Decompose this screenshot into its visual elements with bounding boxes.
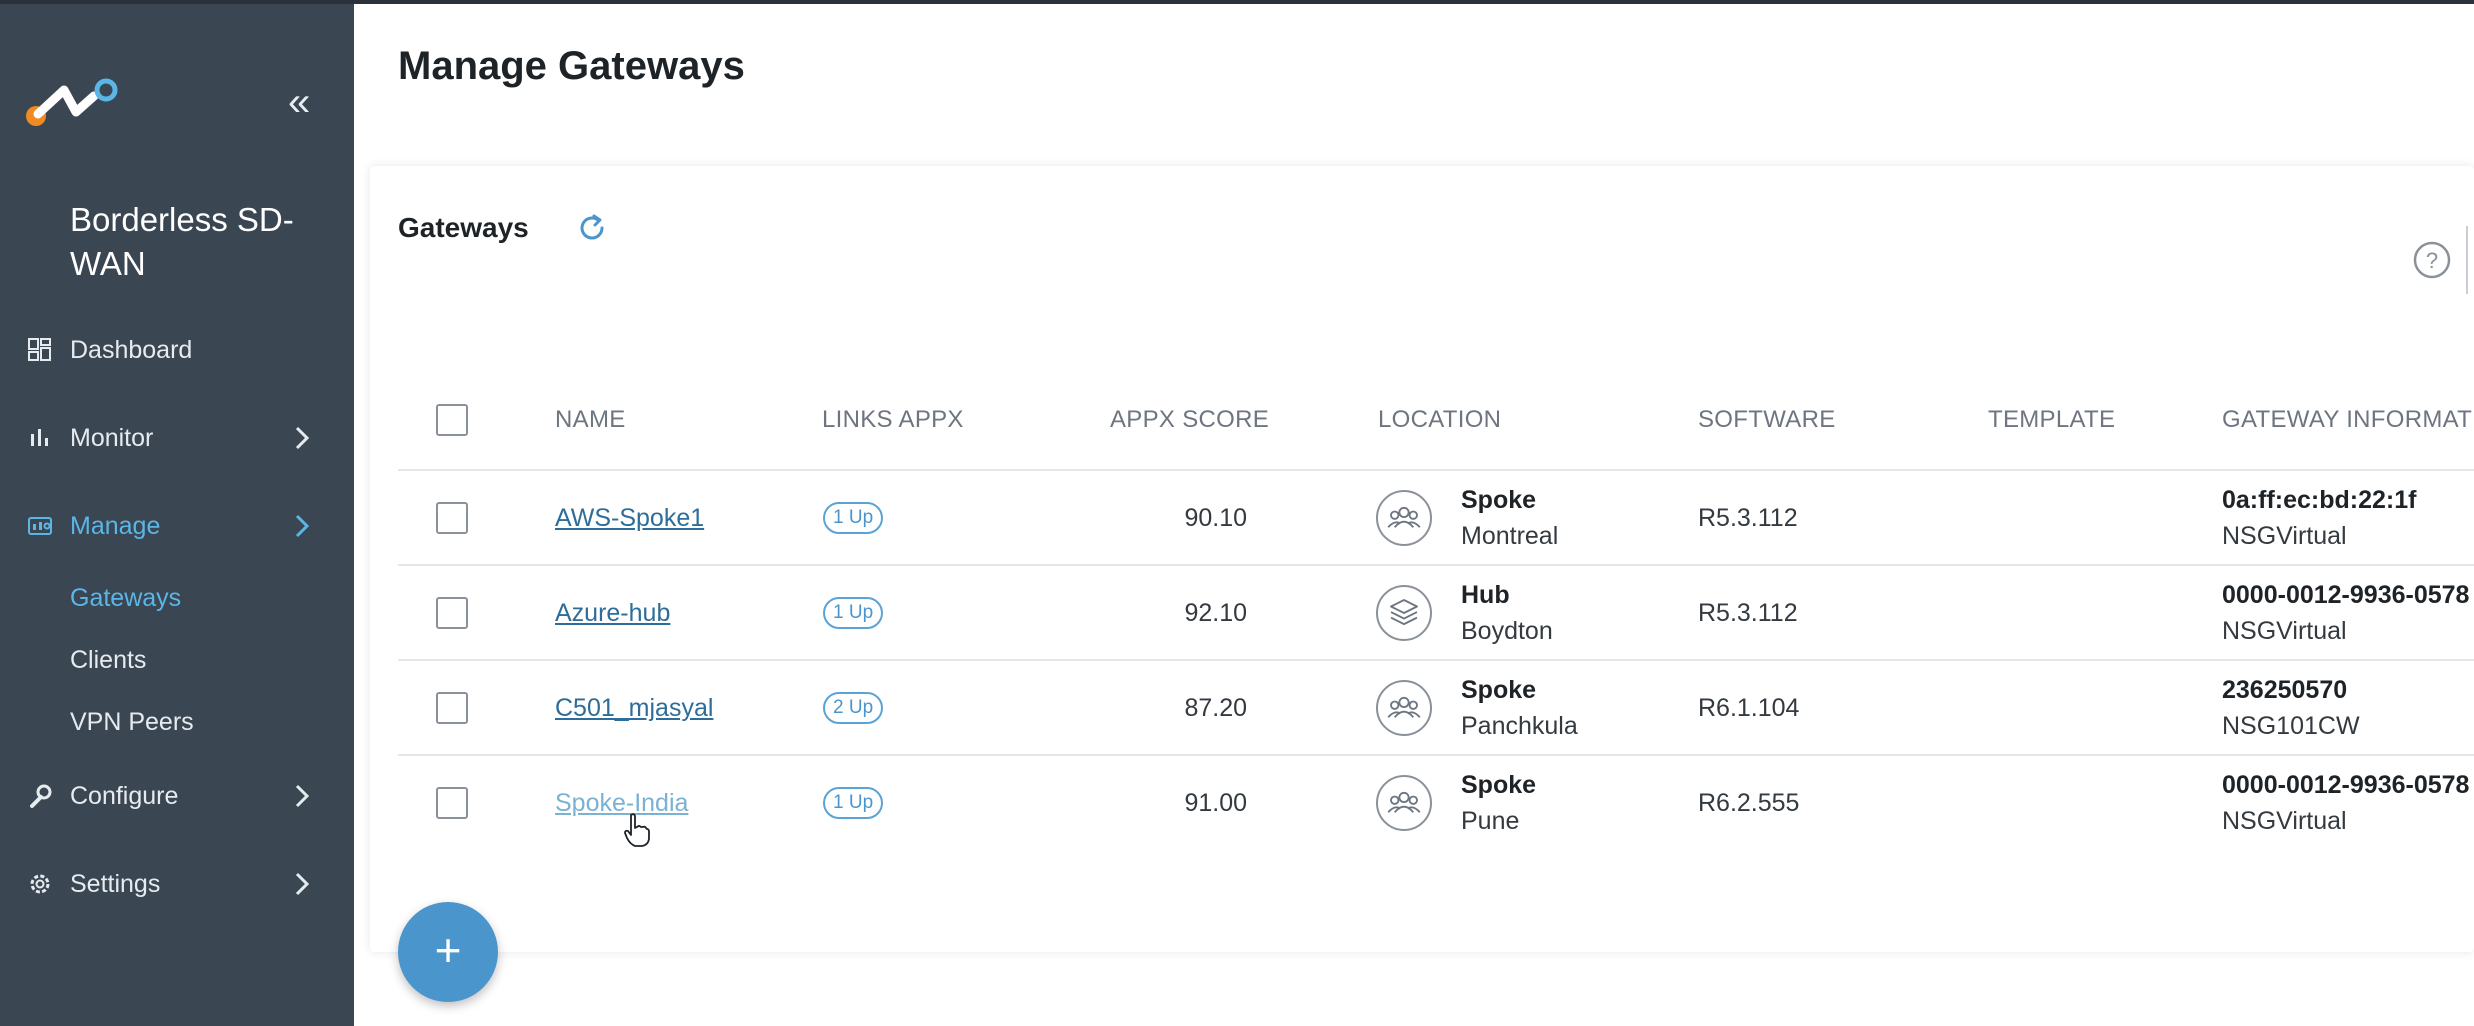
gateway-id: 0000-0012-9936-0578: [2222, 771, 2470, 799]
brand-title: Borderless SD-WAN: [70, 201, 294, 282]
location-city: Boydton: [1461, 617, 1553, 645]
hand-cursor-icon: [624, 813, 650, 847]
gateway-id: 236250570: [2222, 676, 2348, 704]
nav-label: Dashboard: [70, 335, 193, 364]
page-title: Manage Gateways: [398, 44, 745, 88]
nav-dashboard[interactable]: Dashboard: [0, 320, 354, 380]
gateway-id: 0a:ff:ec:bd:22:1f: [2222, 486, 2417, 514]
group-icon: [1376, 775, 1432, 831]
nav-label: Manage: [70, 511, 161, 540]
location-city: Pune: [1461, 807, 1520, 835]
location-type: Spoke: [1461, 771, 1537, 799]
nav-label: Configure: [70, 781, 179, 810]
nav-manage[interactable]: Manage: [0, 496, 354, 556]
column-header-links[interactable]: LINKS APPX: [822, 406, 964, 434]
gateway-model: NSGVirtual: [2222, 807, 2347, 835]
gateway-name-link[interactable]: AWS-Spoke1: [555, 504, 704, 533]
nav-label: Monitor: [70, 423, 154, 452]
sidebar-item-gateways[interactable]: Gateways: [70, 584, 181, 613]
layers-icon: [1376, 585, 1432, 641]
links-badge[interactable]: 2 Up: [823, 692, 884, 724]
appx-score: 91.00: [1184, 789, 1247, 817]
gateway-name-link[interactable]: Azure-hub: [555, 599, 670, 628]
software-version: R6.1.104: [1698, 694, 1800, 722]
svg-text:?: ?: [2426, 248, 2438, 273]
chevron-right-icon: [295, 426, 310, 450]
column-header-name[interactable]: NAME: [555, 406, 626, 434]
dashboard-icon: [28, 338, 51, 361]
chevron-right-icon: [295, 514, 310, 538]
nav-configure[interactable]: Configure: [0, 766, 354, 826]
row-divider: [398, 469, 2474, 471]
chevron-right-icon: [295, 872, 310, 896]
help-icon[interactable]: ?: [2412, 240, 2452, 280]
gateway-id: 0000-0012-9936-0578: [2222, 581, 2470, 609]
software-version: R5.3.112: [1698, 504, 1798, 532]
collapse-sidebar-icon[interactable]: «: [288, 82, 310, 122]
row-checkbox[interactable]: [436, 692, 468, 724]
row-checkbox[interactable]: [436, 787, 468, 819]
chevron-right-icon: [295, 784, 310, 808]
sidebar: « Borderless SD-WAN Dashboard Monitor Ma…: [0, 0, 354, 1026]
links-badge[interactable]: 1 Up: [823, 787, 884, 819]
row-divider: [398, 754, 2474, 756]
appx-score: 90.10: [1184, 504, 1247, 532]
column-header-software[interactable]: SOFTWARE: [1698, 406, 1836, 434]
gateway-name-link[interactable]: C501_mjasyal: [555, 694, 713, 723]
card-title: Gateways: [398, 212, 529, 243]
nav-label: Settings: [70, 869, 161, 898]
logo-icon: [26, 78, 118, 126]
select-all-checkbox[interactable]: [436, 404, 468, 436]
gateway-model: NSGVirtual: [2222, 617, 2347, 645]
nav-settings[interactable]: Settings: [0, 854, 354, 914]
sidebar-item-vpn-peers[interactable]: VPN Peers: [70, 708, 194, 737]
manage-icon: [28, 517, 52, 535]
location-type: Spoke: [1461, 676, 1537, 704]
column-header-score[interactable]: APPX SCORE: [1110, 406, 1269, 434]
location-city: Panchkula: [1461, 712, 1578, 740]
wrench-icon: [30, 784, 52, 808]
row-divider: [398, 564, 2474, 566]
column-header-gateway-info[interactable]: GATEWAY INFORMAT: [2222, 406, 2472, 434]
links-badge[interactable]: 1 Up: [823, 502, 884, 534]
location-city: Montreal: [1461, 522, 1559, 550]
software-version: R6.2.555: [1698, 789, 1800, 817]
links-badge[interactable]: 1 Up: [823, 597, 884, 629]
gear-icon: [30, 874, 50, 894]
column-header-template[interactable]: TEMPLATE: [1988, 406, 2115, 434]
appx-score: 92.10: [1184, 599, 1247, 627]
group-icon: [1376, 680, 1432, 736]
group-icon: [1376, 490, 1432, 546]
row-divider: [398, 659, 2474, 661]
nav-monitor[interactable]: Monitor: [0, 408, 354, 468]
location-type: Hub: [1461, 581, 1510, 609]
row-checkbox[interactable]: [436, 502, 468, 534]
bar-chart-icon: [31, 429, 48, 446]
add-gateway-button[interactable]: +: [398, 902, 498, 1002]
refresh-icon[interactable]: [574, 210, 610, 246]
gateway-model: NSGVirtual: [2222, 522, 2347, 550]
row-checkbox[interactable]: [436, 597, 468, 629]
search-edge: [2466, 226, 2474, 294]
sidebar-item-clients[interactable]: Clients: [70, 646, 146, 675]
location-type: Spoke: [1461, 486, 1537, 514]
column-header-location[interactable]: LOCATION: [1378, 406, 1501, 434]
appx-score: 87.20: [1184, 694, 1247, 722]
gateways-card: [370, 166, 2474, 952]
gateway-model: NSG101CW: [2222, 712, 2360, 740]
software-version: R5.3.112: [1698, 599, 1798, 627]
